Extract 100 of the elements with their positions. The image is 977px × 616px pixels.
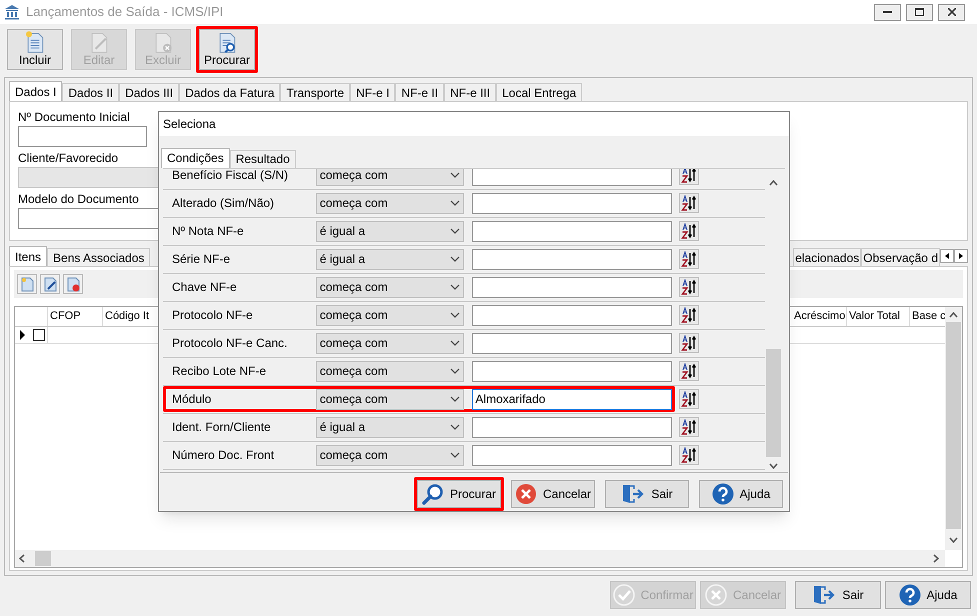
tab[interactable]: Observação d — [861, 248, 940, 266]
scroll-left-icon — [19, 554, 25, 563]
tab[interactable]: Dados III — [119, 83, 180, 101]
input-field[interactable] — [18, 126, 147, 147]
tab[interactable]: Local Entrega — [496, 83, 582, 101]
sort-az-icon — [681, 391, 697, 408]
scrollbar-thumb[interactable] — [946, 322, 961, 529]
operator-dropdown[interactable]: começa com — [316, 192, 464, 214]
edit-item-button[interactable] — [40, 274, 60, 294]
door-exit-icon — [621, 483, 646, 505]
value-field[interactable]: Almoxarifado — [472, 388, 672, 410]
operator-dropdown[interactable]: começa com — [316, 388, 464, 410]
scroll-right-button[interactable] — [954, 249, 968, 263]
operator-dropdown[interactable]: é igual a — [316, 416, 464, 438]
maximize-button[interactable] — [906, 4, 933, 20]
condition-label: Protocolo NF-e Canc. — [171, 335, 288, 352]
close-icon — [948, 8, 956, 16]
value-field[interactable] — [472, 220, 672, 242]
close-button[interactable] — [938, 4, 965, 20]
right-arrow-icon — [959, 253, 963, 259]
action-button[interactable]: Ajuda — [885, 581, 971, 609]
sort-button[interactable] — [679, 249, 699, 270]
delete-document-icon — [66, 276, 80, 292]
chevron-down-icon — [450, 452, 460, 458]
tab[interactable]: Dados I — [9, 81, 62, 101]
sort-az-icon — [681, 419, 697, 436]
operator-dropdown[interactable]: começa com — [316, 168, 464, 186]
sort-button[interactable] — [679, 445, 699, 466]
action-button[interactable]: Cancelar — [511, 480, 595, 508]
operator-dropdown[interactable]: é igual a — [316, 248, 464, 270]
value-field[interactable] — [472, 304, 672, 326]
scroll-up-icon — [768, 180, 778, 186]
sort-button[interactable] — [679, 168, 699, 186]
sort-button[interactable] — [679, 221, 699, 242]
cross-circle-icon — [704, 584, 727, 606]
tab[interactable]: Itens — [9, 246, 48, 266]
column-header: Valor Total — [847, 307, 910, 326]
building-icon — [4, 4, 20, 20]
field-label: Nº Documento Inicial — [18, 110, 130, 124]
toolbar-button[interactable]: Procurar — [199, 29, 255, 70]
condition-label: Série NF-e — [171, 251, 232, 268]
sort-button[interactable] — [679, 277, 699, 298]
condition-label: Chave NF-e — [171, 279, 238, 296]
minimize-icon — [883, 10, 892, 14]
new-item-button[interactable] — [17, 274, 37, 294]
value-field[interactable] — [472, 444, 672, 466]
sort-az-icon — [681, 335, 697, 352]
scroll-down-icon — [768, 462, 778, 469]
column-header: CFOP — [48, 307, 103, 326]
sort-az-icon — [681, 251, 697, 268]
operator-dropdown[interactable]: começa com — [316, 276, 464, 298]
search-icon — [422, 483, 444, 505]
value-field[interactable] — [472, 168, 672, 186]
sort-button[interactable] — [679, 417, 699, 438]
scrollbar-thumb[interactable] — [766, 348, 780, 457]
tab[interactable]: Dados da Fatura — [179, 83, 280, 101]
chevron-down-icon — [450, 368, 460, 374]
condition-label: Número Doc. Front — [171, 447, 276, 464]
tab[interactable]: Resultado — [230, 150, 296, 168]
tab[interactable]: Dados II — [62, 83, 120, 101]
operator-dropdown[interactable]: começa com — [316, 304, 464, 326]
tab[interactable]: Condições — [161, 148, 230, 168]
row-checkbox[interactable] — [32, 329, 44, 341]
tab[interactable]: NF-e II — [395, 83, 444, 101]
operator-dropdown[interactable]: começa com — [316, 332, 464, 354]
sort-button[interactable] — [679, 333, 699, 354]
operator-dropdown[interactable]: começa com — [316, 360, 464, 382]
left-arrow-icon — [945, 253, 949, 259]
field-label: Cliente/Favorecido — [18, 151, 118, 165]
value-field[interactable] — [472, 416, 672, 438]
toolbar-button[interactable]: Incluir — [7, 29, 63, 70]
value-field[interactable] — [472, 276, 672, 298]
action-button[interactable]: Ajuda — [699, 480, 783, 508]
tab[interactable]: NF-e III — [444, 83, 496, 101]
operator-dropdown[interactable]: é igual a — [316, 220, 464, 242]
value-field[interactable] — [472, 332, 672, 354]
help-icon — [898, 584, 921, 606]
tab[interactable]: Bens Associados — [47, 248, 150, 266]
value-field[interactable] — [472, 248, 672, 270]
sort-button[interactable] — [679, 389, 699, 410]
scrollbar-thumb[interactable] — [35, 551, 51, 566]
action-button[interactable]: Procurar — [417, 480, 501, 508]
sort-az-icon — [681, 168, 697, 184]
scroll-left-button[interactable] — [940, 249, 954, 263]
tab[interactable]: NF-e I — [350, 83, 396, 101]
sort-button[interactable] — [679, 193, 699, 214]
tab[interactable]: Transporte — [280, 83, 350, 101]
chevron-down-icon — [450, 228, 460, 234]
sort-button[interactable] — [679, 305, 699, 326]
sort-button[interactable] — [679, 361, 699, 382]
action-button[interactable]: Sair — [605, 480, 689, 508]
delete-item-button[interactable] — [63, 274, 83, 294]
dialog-title: Seleciona — [163, 116, 216, 133]
minimize-button[interactable] — [874, 4, 901, 20]
value-field[interactable] — [472, 360, 672, 382]
tab[interactable]: elacionados — [793, 248, 862, 266]
operator-dropdown[interactable]: começa com — [316, 444, 464, 466]
chevron-down-icon — [450, 312, 460, 318]
value-field[interactable] — [472, 192, 672, 214]
action-button[interactable]: Sair — [795, 581, 881, 609]
